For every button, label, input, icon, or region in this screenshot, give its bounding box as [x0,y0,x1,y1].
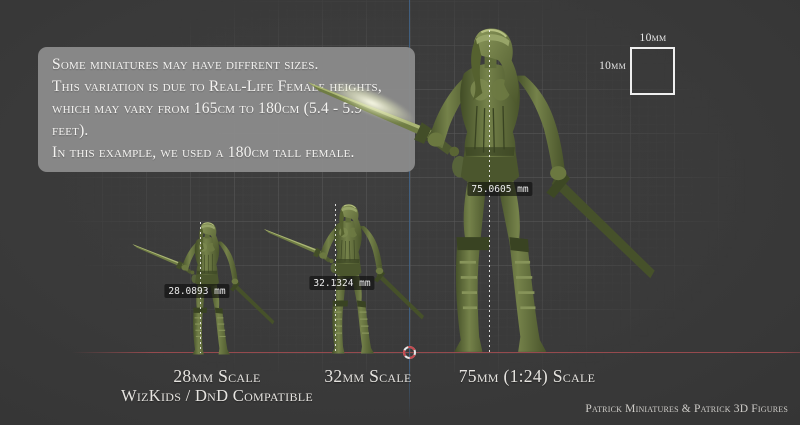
brand-credit: Patrick Miniatures & Patrick 3D Figures [585,403,788,415]
reference-square-top-label: 10mm [628,32,678,44]
3d-viewport[interactable]: Some miniatures may have diffrent sizes.… [0,0,800,425]
scale-caption-75mm-title: 75mm (1:24) Scale [459,366,596,386]
scale-caption-28mm-title: 28mm Scale [173,366,260,386]
3d-cursor-red-ring [403,346,416,359]
measurement-label-75mm: 75.0605 mm [467,182,532,196]
scale-reference-square [630,47,675,95]
scale-caption-75mm: 75mm (1:24) Scale [407,366,647,386]
reference-square-left-label: 10mm [592,60,626,72]
scale-caption-32mm-title: 32mm Scale [324,366,411,386]
measurement-label-32mm: 32.1324 mm [309,276,374,290]
3d-cursor-icon[interactable] [403,346,416,359]
measurement-label-28mm: 28.0893 mm [164,284,229,298]
scale-caption-28mm-subtitle: WizKids / DnD Compatible [97,386,337,406]
